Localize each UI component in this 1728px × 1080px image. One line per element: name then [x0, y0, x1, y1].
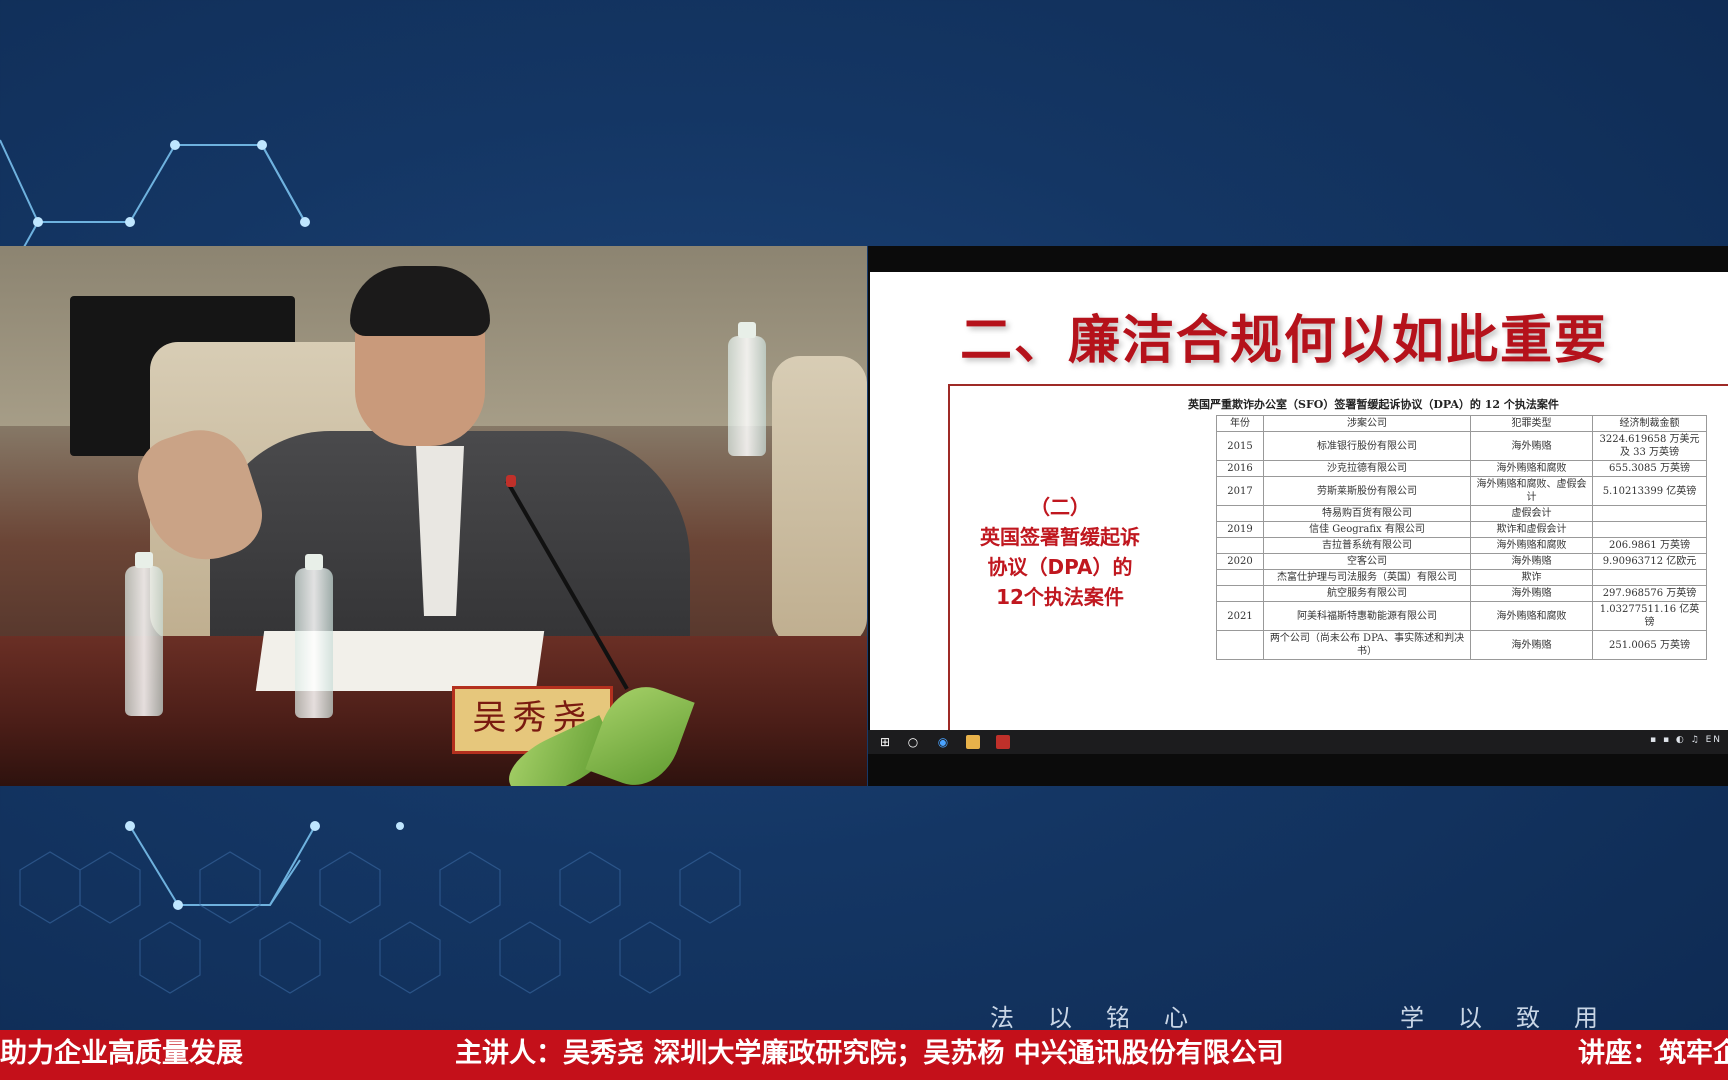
table-cell-type: 海外贿赂和腐败: [1470, 460, 1593, 477]
windows-start-icon[interactable]: ⊞: [878, 735, 892, 749]
chair: [772, 356, 867, 646]
table-cell-year: 2017: [1216, 476, 1264, 506]
table-cell-type: 海外贿赂和腐败: [1470, 601, 1593, 631]
table-cell-company: 航空服务有限公司: [1263, 585, 1471, 602]
media-player-icon[interactable]: [966, 735, 980, 749]
motto-left: 法以铭心: [990, 1004, 1222, 1032]
water-bottle: [295, 554, 333, 718]
table-cell-company: 空客公司: [1263, 553, 1471, 570]
table-cell-type: 海外贿赂和腐败: [1470, 537, 1593, 554]
banner-left-text: 助力企业高质量发展: [0, 1038, 243, 1069]
slide-subtitle: （二） 英国签署暂缓起诉 协议（DPA）的 12个执法案件: [960, 492, 1160, 612]
table-cell-amount: 1.03277511.16 亿英镑: [1592, 601, 1707, 631]
column-header: 涉案公司: [1263, 415, 1471, 432]
table-cell-year: 2021: [1216, 601, 1264, 631]
table-cell-amount: 655.3085 万英镑: [1592, 460, 1707, 477]
table-cell-company: 沙克拉德有限公司: [1263, 460, 1471, 477]
subtitle-line: （二）: [1030, 495, 1090, 519]
table-row: 特易购百货有限公司 虚假会计: [1216, 505, 1707, 522]
subtitle-line: 12个执法案件: [996, 585, 1124, 609]
water-bottle: [125, 552, 163, 716]
table-cell-type: 海外贿赂: [1470, 630, 1593, 660]
system-tray[interactable]: ▪ ▪ ◐ ♫ EN: [1650, 735, 1722, 745]
table-cell-year: [1216, 537, 1264, 554]
table-cell-type: 虚假会计: [1470, 505, 1593, 522]
speaker-video-feed: 吴秀尧: [0, 246, 867, 786]
subtitle-line: 英国签署暂缓起诉: [980, 525, 1140, 549]
screen-share-panel: 二、廉洁合规何以如此重要 （二） 英国签署暂缓起诉 协议（DPA）的 12个执法…: [868, 246, 1728, 786]
table-header-row: 年份 涉案公司 犯罪类型 经济制裁金额: [1216, 415, 1707, 432]
table-row: 2015 标准银行股份有限公司 海外贿赂 3224.619658 万美元及 33 万英…: [1216, 431, 1707, 461]
table-cell-company: 两个公司（尚未公布 DPA、事实陈述和判决书）: [1263, 630, 1471, 660]
table-cell-year: 2016: [1216, 460, 1264, 477]
table-cell-amount: 5.10213399 亿英镑: [1592, 476, 1707, 506]
windows-taskbar: ⊞ ○ ◉ ▪ ▪ ◐ ♫ EN: [868, 730, 1728, 754]
table-cell-type: 海外贿赂和腐败、虚假会计: [1470, 476, 1593, 506]
table-caption: 英国严重欺诈办公室（SFO）签署暂缓起诉协议（DPA）的 12 个执法案件: [1188, 398, 1559, 411]
table-row: 航空服务有限公司 海外贿赂 297.968576 万英镑: [1216, 585, 1707, 602]
water-bottle: [728, 322, 766, 456]
table-cell-type: 欺诈和虚假会计: [1470, 521, 1593, 538]
table-cell-company: 阿美科福斯特惠勒能源有限公司: [1263, 601, 1471, 631]
table-row: 2019 信佳 Geografix 有限公司 欺诈和虚假会计: [1216, 521, 1707, 538]
language-indicator[interactable]: EN: [1706, 735, 1722, 745]
table-cell-company: 杰富仕护理与司法服务（英国）有限公司: [1263, 569, 1471, 586]
table-cell-company: 信佳 Geografix 有限公司: [1263, 521, 1471, 538]
dpa-cases-table: 年份 涉案公司 犯罪类型 经济制裁金额 2015 标准银行股份有限公司 海外贿赂 32…: [1216, 415, 1707, 660]
table-cell-type: 海外贿赂: [1470, 553, 1593, 570]
table-cell-company: 劳斯莱斯股份有限公司: [1263, 476, 1471, 506]
table-cell-year: [1216, 569, 1264, 586]
browser-icon[interactable]: ◉: [936, 735, 950, 749]
table-row: 2016 沙克拉德有限公司 海外贿赂和腐败 655.3085 万英镑: [1216, 460, 1707, 477]
table-cell-amount: 206.9861 万英镑: [1592, 537, 1707, 554]
table-cell-amount: 9.90963712 亿欧元: [1592, 553, 1707, 570]
motto-right: 学以致用: [1400, 1004, 1632, 1032]
table-cell-year: 2015: [1216, 431, 1264, 461]
table-cell-type: 海外贿赂: [1470, 585, 1593, 602]
table-cell-type: 欺诈: [1470, 569, 1593, 586]
subtitle-line: 协议（DPA）的: [987, 555, 1133, 579]
table-row: 2020 空客公司 海外贿赂 9.90963712 亿欧元: [1216, 553, 1707, 570]
table-cell-amount: [1592, 569, 1707, 586]
table-cell-year: [1216, 505, 1264, 522]
table-cell-type: 海外贿赂: [1470, 431, 1593, 461]
column-header: 经济制裁金额: [1592, 415, 1707, 432]
table-cell-year: [1216, 585, 1264, 602]
column-header: 犯罪类型: [1470, 415, 1593, 432]
banner-speaker-text: 主讲人：吴秀尧 深圳大学廉政研究院；吴苏杨 中兴通讯股份有限公司: [455, 1038, 1284, 1069]
bottom-banner: 助力企业高质量发展 主讲人：吴秀尧 深圳大学廉政研究院；吴苏杨 中兴通讯股份有限…: [0, 1030, 1728, 1080]
column-header: 年份: [1216, 415, 1264, 432]
table-cell-amount: 3224.619658 万美元及 33 万英镑: [1592, 431, 1707, 461]
presentation-slide: 二、廉洁合规何以如此重要 （二） 英国签署暂缓起诉 协议（DPA）的 12个执法…: [870, 272, 1728, 730]
slide-title: 二、廉洁合规何以如此重要: [960, 311, 1609, 371]
microphone-tip: [506, 475, 516, 487]
table-cell-year: 2020: [1216, 553, 1264, 570]
presentation-app-icon[interactable]: [996, 735, 1010, 749]
table-row: 2017 劳斯莱斯股份有限公司 海外贿赂和腐败、虚假会计 5.10213399 亿英镑: [1216, 476, 1707, 506]
table-cell-amount: [1592, 521, 1707, 538]
table-cell-company: 特易购百货有限公司: [1263, 505, 1471, 522]
table-row: 两个公司（尚未公布 DPA、事实陈述和判决书） 海外贿赂 251.0065 万英镑: [1216, 630, 1707, 660]
table-cell-amount: 251.0065 万英镑: [1592, 630, 1707, 660]
table-cell-amount: [1592, 505, 1707, 522]
table-row: 2021 阿美科福斯特惠勒能源有限公司 海外贿赂和腐败 1.03277511.16 亿…: [1216, 601, 1707, 631]
table-cell-year: 2019: [1216, 521, 1264, 538]
banner-right-text: 讲座：筑牢企: [1578, 1038, 1728, 1069]
table-cell-amount: 297.968576 万英镑: [1592, 585, 1707, 602]
table-cell-company: 吉拉普系统有限公司: [1263, 537, 1471, 554]
table-cell-company: 标准银行股份有限公司: [1263, 431, 1471, 461]
table-row: 杰富仕护理与司法服务（英国）有限公司 欺诈: [1216, 569, 1707, 586]
speaker-hair: [350, 266, 490, 336]
search-circle-icon[interactable]: ○: [906, 735, 920, 749]
table-row: 吉拉普系统有限公司 海外贿赂和腐败 206.9861 万英镑: [1216, 537, 1707, 554]
table-cell-year: [1216, 630, 1264, 660]
